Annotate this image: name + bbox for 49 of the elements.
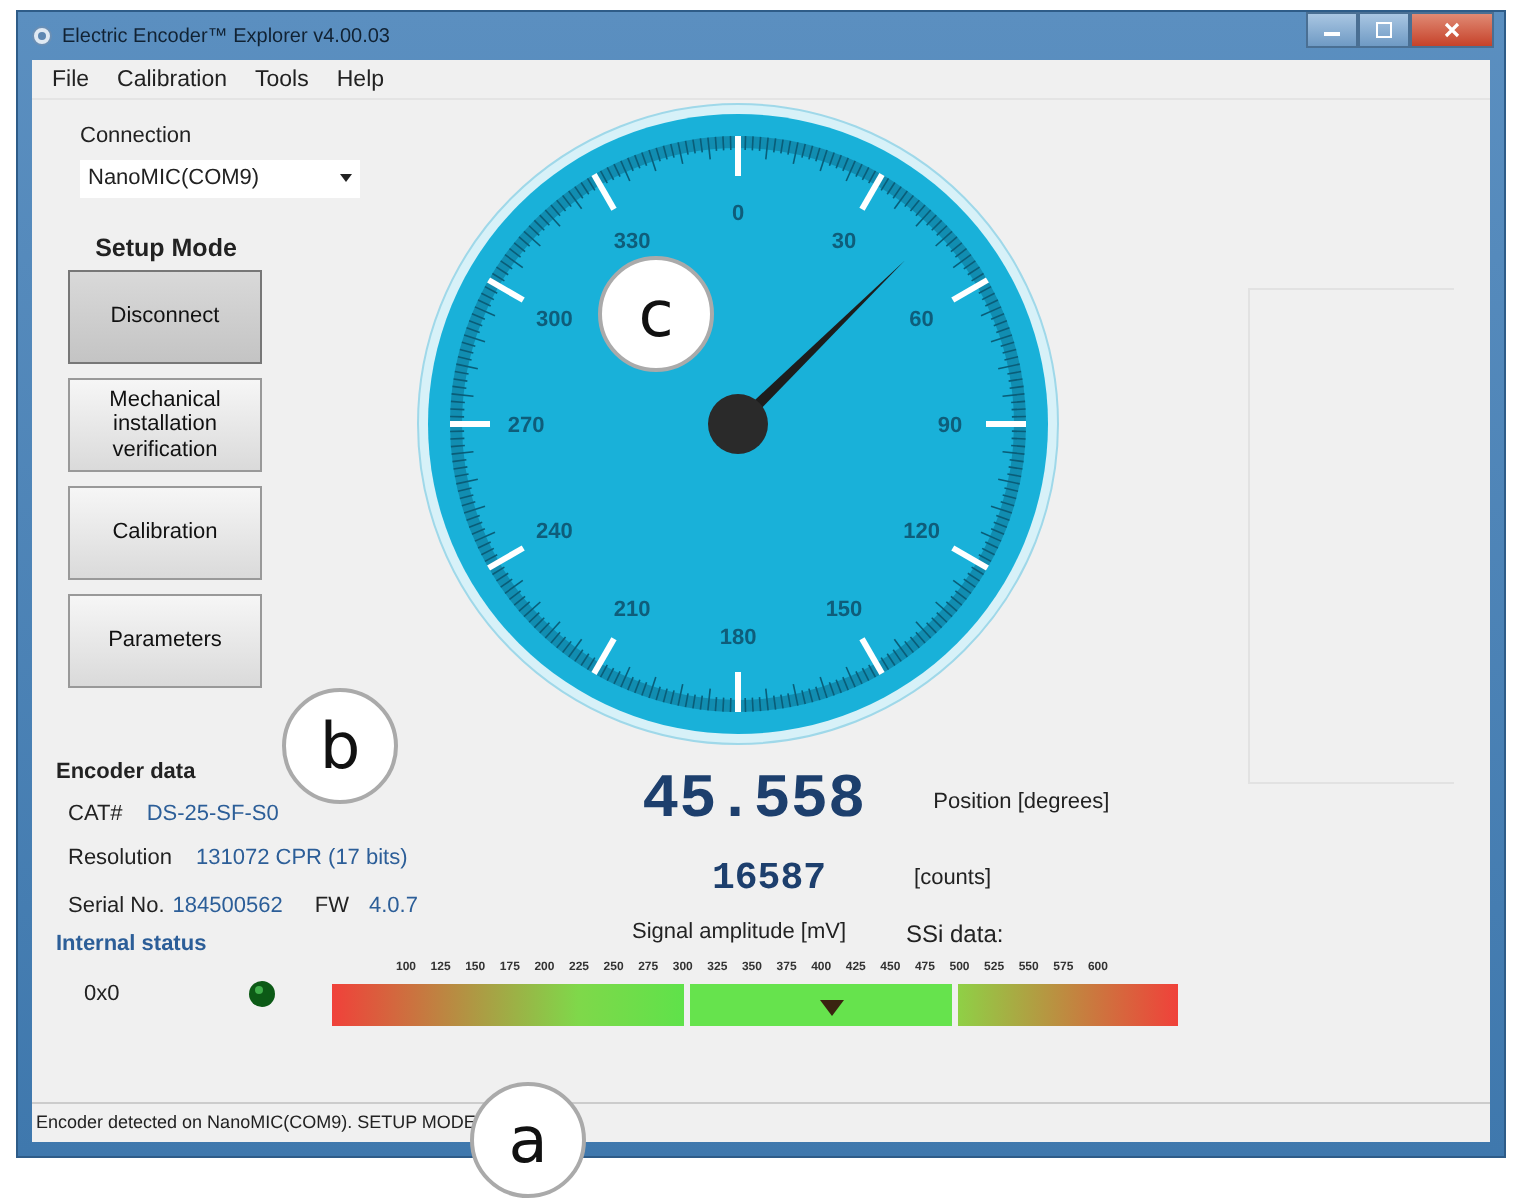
dial-label: 300 xyxy=(536,308,573,332)
ssi-label: SSi data: xyxy=(906,918,1004,952)
unit-label: Position [degrees] xyxy=(933,788,1110,818)
menu-item[interactable]: Tools xyxy=(255,64,309,94)
dial-label: 150 xyxy=(825,597,863,622)
status-text: Encoder detected on NanoMIC(COM9). SETUP MODE xyxy=(36,1109,476,1136)
unit-label: [counts] xyxy=(914,863,992,893)
dial-label: 120 xyxy=(903,520,940,544)
signal-label: Signal amplitude [mV] xyxy=(632,918,846,948)
counts-reading: 16587 xyxy=(712,853,827,903)
menu-item[interactable]: File xyxy=(52,64,90,94)
position-reading: 45.558 xyxy=(642,764,866,840)
close-button[interactable] xyxy=(1410,12,1494,48)
dial-label: 30 xyxy=(831,230,857,255)
maximize-icon xyxy=(1376,22,1392,38)
field-label: Connection xyxy=(80,122,194,152)
section-title: Setup Mode xyxy=(93,231,239,266)
menu-item[interactable]: Help xyxy=(336,64,385,94)
caret-icon xyxy=(340,174,352,182)
setup-button[interactable]: Calibration xyxy=(68,486,262,581)
field-label: Serial No. xyxy=(68,891,165,921)
field-value: 184500562 xyxy=(172,891,283,921)
status-code: 0x0 xyxy=(84,979,120,1009)
field-value: 131072 CPR (17 bits) xyxy=(195,844,408,874)
dial-label: 60 xyxy=(909,308,934,332)
close-icon xyxy=(1444,22,1460,38)
section-title: Encoder data xyxy=(56,758,198,788)
field-label: Resolution xyxy=(68,844,172,874)
app-icon xyxy=(32,26,52,46)
dial-label: 210 xyxy=(613,597,651,622)
setup-button[interactable]: Disconnect xyxy=(68,270,262,365)
dial-label: 0 xyxy=(731,202,745,226)
field-value: 4.0.7 xyxy=(368,891,418,921)
section-title: Internal status xyxy=(56,930,209,960)
field-label: FW xyxy=(314,891,349,921)
field-label: CAT# xyxy=(68,799,123,829)
connection-dropdown[interactable]: NanoMIC(COM9) xyxy=(80,159,360,197)
dial-label: 270 xyxy=(507,414,545,438)
menu-item[interactable]: Calibration xyxy=(117,64,228,94)
minimize-button[interactable] xyxy=(1306,12,1358,48)
dial-label: 240 xyxy=(536,520,573,544)
field-value: DS-25-SF-S0 xyxy=(146,799,279,829)
dial-label: 90 xyxy=(937,414,963,438)
setup-button[interactable]: Parameters xyxy=(68,594,262,689)
maximize-button[interactable] xyxy=(1358,12,1410,48)
setup-button[interactable]: Mechanical installation verification xyxy=(68,378,262,473)
dial-label: 330 xyxy=(613,230,651,255)
dial-label: 180 xyxy=(719,626,757,650)
window-title: Electric Encoder™ Explorer v4.00.03 xyxy=(62,23,390,51)
